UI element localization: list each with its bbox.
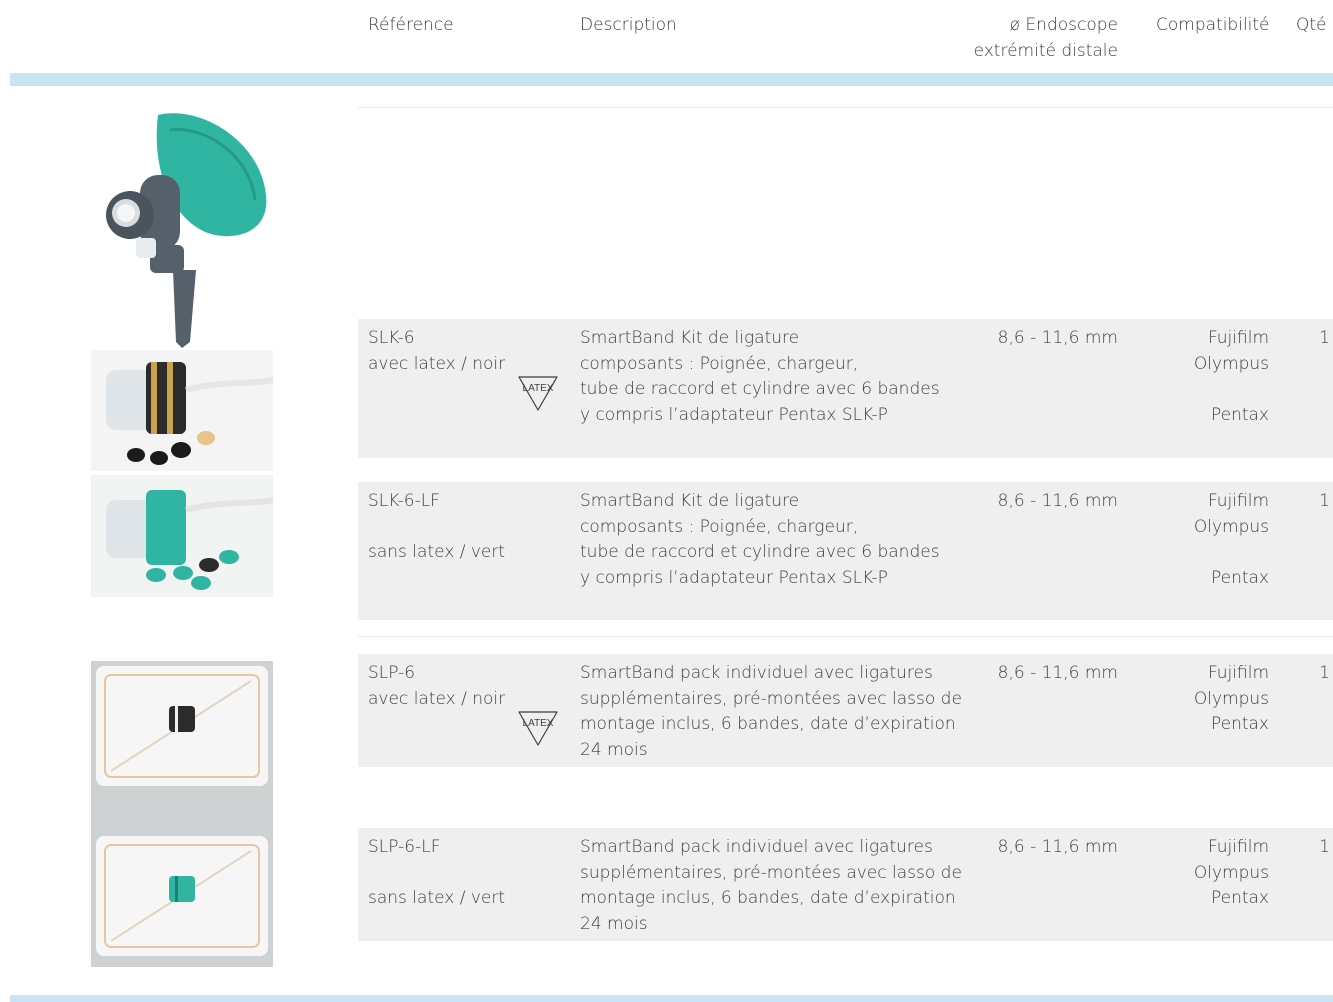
product-compat: Fujifilm Olympus Pentax bbox=[1193, 328, 1269, 425]
product-reference: SLK-6 bbox=[368, 328, 415, 348]
handle-photo bbox=[100, 110, 275, 348]
header-divider-band bbox=[10, 73, 1333, 86]
black-bands-image bbox=[106, 362, 273, 465]
slk6lf-photo bbox=[91, 475, 273, 597]
product-row-slk-6: SLK-6 avec latex / noir LATEX SmartBand … bbox=[358, 319, 1333, 458]
product-compat: Fujifilm Olympus Pentax bbox=[1193, 491, 1269, 588]
product-qty: 1 bbox=[1319, 663, 1330, 683]
product-diameter: 8,6 - 11,6 mm bbox=[997, 663, 1118, 683]
header-endoscope-line2: extrémité distale bbox=[973, 41, 1118, 61]
section-rule bbox=[358, 636, 1333, 637]
slp-photo bbox=[91, 661, 273, 967]
product-qty: 1 bbox=[1319, 837, 1330, 857]
svg-text:LATEX: LATEX bbox=[523, 383, 554, 394]
product-variant: avec latex / noir bbox=[368, 689, 506, 709]
product-variant: sans latex / vert bbox=[368, 888, 506, 908]
header-reference: Référence bbox=[368, 15, 454, 35]
green-bands-image bbox=[106, 490, 273, 590]
product-row-slk-6-lf: SLK-6-LF sans latex / vert SmartBand Kit… bbox=[358, 482, 1333, 620]
latex-icon: LATEX bbox=[518, 711, 558, 746]
footer-divider-band bbox=[10, 995, 1333, 1002]
product-reference: SLK-6-LF bbox=[368, 491, 440, 511]
product-description: SmartBand pack individuel avec ligatures… bbox=[580, 663, 962, 760]
svg-text:LATEX: LATEX bbox=[523, 718, 554, 729]
product-reference: SLP-6 bbox=[368, 663, 416, 683]
slk6-photo bbox=[91, 350, 273, 471]
product-row-slp-6-lf: SLP-6-LF sans latex / vert SmartBand pac… bbox=[358, 828, 1333, 941]
product-reference: SLP-6-LF bbox=[368, 837, 441, 857]
product-diameter: 8,6 - 11,6 mm bbox=[997, 837, 1118, 857]
product-variant: sans latex / vert bbox=[368, 542, 506, 562]
product-compat: Fujifilm Olympus Pentax bbox=[1193, 837, 1269, 908]
product-description: SmartBand Kit de ligature composants : P… bbox=[580, 491, 940, 588]
header-endoscope: ø Endoscope extrémité distale bbox=[974, 12, 1118, 64]
product-description: SmartBand Kit de ligature composants : P… bbox=[580, 328, 940, 425]
individual-packs-image bbox=[96, 666, 268, 956]
smartband-handle-image bbox=[106, 113, 267, 348]
product-diameter: 8,6 - 11,6 mm bbox=[997, 491, 1118, 511]
section-rule bbox=[358, 107, 1333, 108]
product-compat: Fujifilm Olympus Pentax bbox=[1193, 663, 1269, 734]
product-qty: 1 bbox=[1319, 491, 1330, 511]
header-description: Description bbox=[580, 15, 677, 35]
product-row-slp-6: SLP-6 avec latex / noir LATEX SmartBand … bbox=[358, 654, 1333, 767]
product-diameter: 8,6 - 11,6 mm bbox=[997, 328, 1118, 348]
product-description: SmartBand pack individuel avec ligatures… bbox=[580, 837, 962, 934]
product-qty: 1 bbox=[1319, 328, 1330, 348]
header-compatibility: Compatibilité bbox=[1156, 15, 1270, 35]
header-qty: Qté bbox=[1296, 15, 1327, 35]
product-variant: avec latex / noir bbox=[368, 354, 506, 374]
latex-icon: LATEX bbox=[518, 376, 558, 411]
header-endoscope-line1: ø Endoscope bbox=[1009, 15, 1118, 35]
